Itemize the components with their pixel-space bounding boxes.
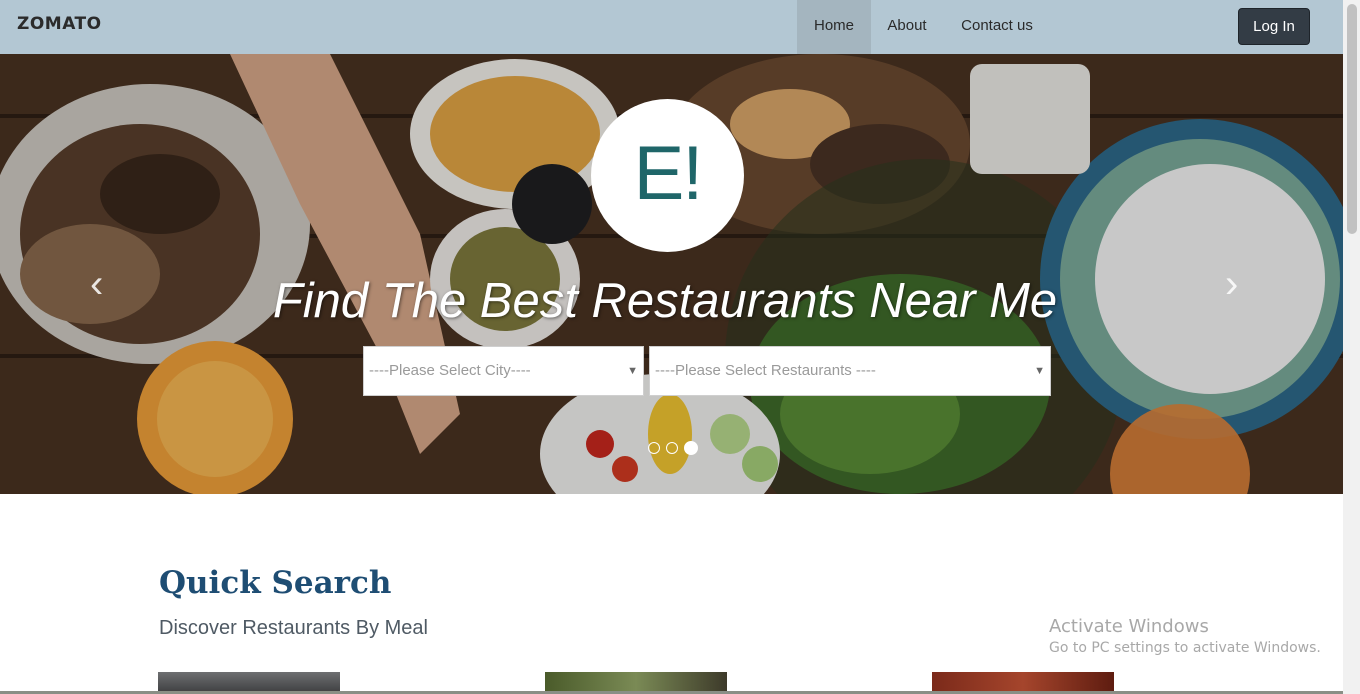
- quick-search-title: Quick Search: [159, 565, 392, 601]
- carousel-dot-1[interactable]: [648, 442, 660, 454]
- top-navbar: ZOMATO Home About Contact us Log In: [0, 0, 1343, 54]
- logo-text: E!: [633, 131, 704, 216]
- chevron-left-icon[interactable]: ‹: [90, 264, 120, 304]
- chevron-down-icon: ▼: [1034, 365, 1045, 377]
- hero-heading: Find The Best Restaurants Near Me: [272, 274, 1058, 328]
- watermark-subtitle: Go to PC settings to activate Windows.: [1049, 640, 1321, 656]
- carousel-indicators: [648, 441, 698, 455]
- carousel-dot-2[interactable]: [666, 442, 678, 454]
- watermark-title: Activate Windows: [1049, 616, 1209, 637]
- city-select[interactable]: ----Please Select City---- ▼: [363, 346, 644, 396]
- hero-carousel: E! Find The Best Restaurants Near Me ---…: [0, 54, 1343, 494]
- scrollbar-thumb[interactable]: [1347, 4, 1357, 234]
- site-logo: E!: [591, 99, 744, 252]
- nav-contact-us[interactable]: Contact us: [943, 0, 1051, 54]
- brand-logo[interactable]: ZOMATO: [17, 14, 102, 34]
- activate-windows-watermark: Activate Windows Go to PC settings to ac…: [1049, 616, 1321, 656]
- restaurant-select[interactable]: ----Please Select Restaurants ---- ▼: [649, 346, 1051, 396]
- page-scrollbar[interactable]: [1343, 0, 1360, 694]
- nav-home[interactable]: Home: [797, 0, 871, 54]
- login-button[interactable]: Log In: [1238, 8, 1310, 45]
- nav-about[interactable]: About: [871, 0, 943, 54]
- carousel-dot-3[interactable]: [684, 441, 698, 455]
- chevron-down-icon: ▼: [627, 365, 638, 377]
- restaurant-select-value: ----Please Select Restaurants ----: [655, 362, 876, 379]
- chevron-right-icon[interactable]: ›: [1225, 264, 1255, 304]
- quick-search-subtitle: Discover Restaurants By Meal: [159, 617, 428, 639]
- city-select-value: ----Please Select City----: [369, 362, 531, 379]
